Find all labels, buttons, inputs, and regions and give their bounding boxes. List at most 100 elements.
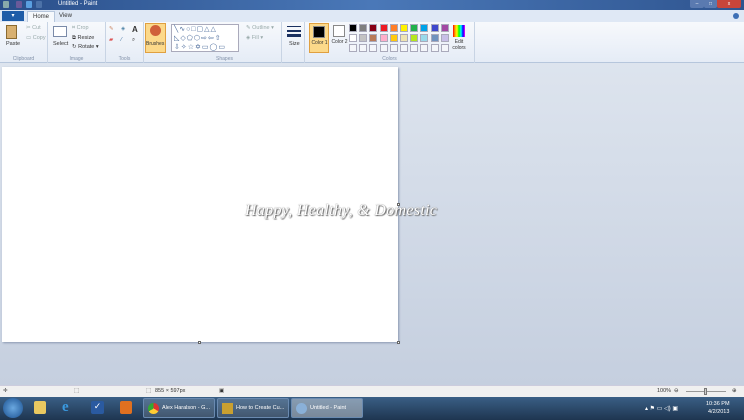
resize-button[interactable]: ⧉ Resize [72,35,94,42]
zoom-slider-thumb[interactable] [704,388,707,395]
palette-color-swatch[interactable] [359,34,368,42]
text-icon[interactable]: A [132,25,138,34]
custom-color-slot[interactable] [369,44,378,52]
ie-icon[interactable]: e [62,399,78,416]
palette-color-swatch[interactable] [369,24,378,32]
palette-color-swatch[interactable] [389,24,398,32]
cursor-position-icon: ✛ [3,388,8,394]
custom-color-slot[interactable] [420,44,429,52]
save-icon[interactable] [16,1,22,8]
custom-color-slot[interactable] [379,44,388,52]
size-button[interactable]: Size [282,22,305,63]
close-button[interactable]: x [717,0,741,8]
fill-bucket-icon[interactable]: ◈ [121,26,125,32]
palette-color-swatch[interactable] [379,34,388,42]
paste-icon[interactable] [6,25,17,39]
media-app-icon[interactable] [120,401,132,414]
checkmark-app-icon[interactable]: ✓ [91,401,104,414]
task-word[interactable]: How to Create Cu... [217,398,289,418]
magnifier-icon[interactable]: ⌕ [132,37,135,44]
color2-swatch [333,25,345,37]
explorer-icon[interactable] [34,401,46,414]
rotate-label: Rotate [78,44,95,50]
undo-icon[interactable] [26,1,32,8]
color1-button[interactable]: Color 1 [309,23,329,53]
palette-color-swatch[interactable] [410,24,419,32]
select-icon[interactable] [53,26,67,37]
tools-group: ✎ ◈ A ▰ ⁄ ⌕ Tools [106,22,144,63]
maximize-button[interactable]: □ [704,0,717,8]
palette-color-swatch[interactable] [389,34,398,42]
resize-handle-bottom[interactable] [198,341,201,344]
file-menu-button[interactable]: ▾ [2,11,24,21]
color2-button[interactable]: Color 2 [330,23,350,53]
palette-color-swatch[interactable] [430,24,439,32]
ribbon: Paste ✂ Cut ▭ Copy Clipboard Select ⌗ Cr… [0,22,744,63]
resize-handle-corner[interactable] [397,341,400,344]
color-picker-icon[interactable]: ⁄ [121,37,122,43]
custom-color-slot[interactable] [359,44,368,52]
minimize-button[interactable]: – [690,0,704,8]
task-chrome[interactable]: Alex Haralson - G... [143,398,215,418]
palette-color-swatch[interactable] [420,24,429,32]
cut-button[interactable]: ✂ Cut [26,25,41,31]
image-size: 855 × 597px [155,388,186,394]
fill-button[interactable]: ◈ Fill ▾ [246,35,263,41]
outline-button[interactable]: ✎ Outline ▾ [246,25,274,31]
palette-color-swatch[interactable] [400,24,408,32]
paste-button[interactable]: Paste [6,41,20,47]
custom-color-slot[interactable] [430,44,439,52]
tab-view[interactable]: View [54,11,77,22]
color1-label: Color 1 [311,40,328,46]
brushes-button[interactable]: Brushes [144,22,168,63]
palette-color-swatch[interactable] [400,34,408,42]
cut-label: Cut [32,25,41,31]
edit-colors-button[interactable]: Edit colors [451,39,467,51]
custom-color-slot[interactable] [349,44,357,52]
palette-color-swatch[interactable] [379,24,388,32]
size-label: Size [289,41,300,47]
resize-label: Resize [77,35,95,41]
palette-color-swatch[interactable] [349,34,357,42]
palette-color-swatch[interactable] [410,34,419,42]
shapes-gallery[interactable]: ╲∿○□▢△△ ◺◇⬠⬡⇨⇦⇧ ⇩✧☆✡▭◯▭ [171,24,239,52]
copy-button[interactable]: ▭ Copy [26,35,46,41]
select-button[interactable]: Select [53,41,68,47]
resize-handle-right[interactable] [397,203,400,206]
zoom-out-button[interactable]: ⊖ [674,388,679,394]
colors-label: Colors [382,56,397,62]
help-icon[interactable] [733,13,739,19]
palette-color-swatch[interactable] [440,24,449,32]
custom-color-slot[interactable] [400,44,408,52]
crop-button[interactable]: ⌗ Crop [72,25,89,32]
image-group: Select ⌗ Crop ⧉ Resize ↻ Rotate ▾ Image [48,22,106,63]
zoom-in-button[interactable]: ⊕ [732,388,737,394]
clock-time[interactable]: 10:36 PM [706,401,730,407]
custom-color-slot[interactable] [440,44,449,52]
palette-color-swatch[interactable] [359,24,368,32]
brush-icon [150,25,161,36]
palette-color-swatch[interactable] [349,24,357,32]
custom-color-slot[interactable] [410,44,419,52]
status-bar: ✛ ⬚ ⬚ 855 × 597px ▣ 100% ⊖ ⊕ [0,385,744,397]
palette-color-swatch[interactable] [430,34,439,42]
redo-icon[interactable] [36,1,42,8]
edit-colors-icon[interactable] [453,25,465,37]
paint-app-icon[interactable] [3,1,9,8]
palette-color-swatch[interactable] [369,34,378,42]
eraser-icon[interactable]: ▰ [109,37,113,43]
tab-home[interactable]: Home [27,11,56,22]
task-paint[interactable]: Untitled - Paint [291,398,363,418]
start-button[interactable] [3,398,23,418]
palette-color-swatch[interactable] [420,34,429,42]
clock-date[interactable]: 4/2/2013 [708,409,729,415]
ribbon-tabs: ▾ Home View [0,10,744,22]
paint-icon [296,403,307,414]
drawing-canvas[interactable]: Happy, Healthy, & Domestic [2,67,437,342]
tray-icons[interactable]: ▴ ⚑ ▭ ◁) ▣ [645,405,678,412]
shapes-group: ╲∿○□▢△△ ◺◇⬠⬡⇨⇦⇧ ⇩✧☆✡▭◯▭ ✎ Outline ▾ ◈ Fill… [168,22,282,63]
palette-color-swatch[interactable] [440,34,449,42]
rotate-button[interactable]: ↻ Rotate ▾ [72,44,99,50]
custom-color-slot[interactable] [389,44,398,52]
pencil-icon[interactable]: ✎ [109,26,114,32]
